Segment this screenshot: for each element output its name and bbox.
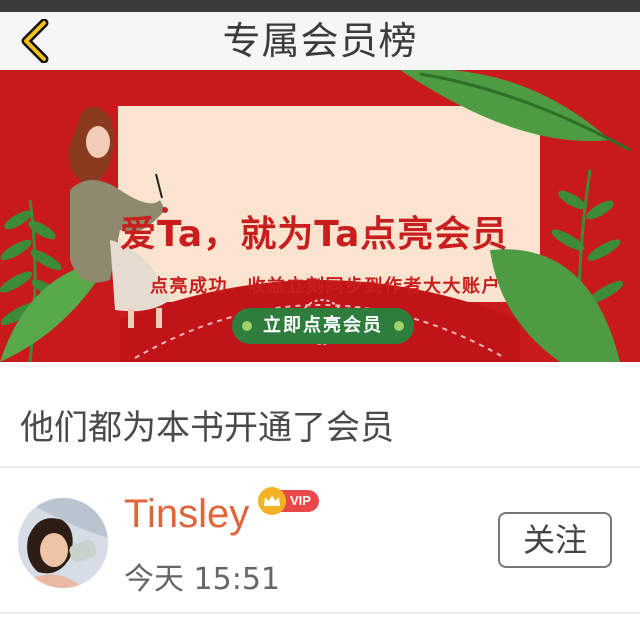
divider bbox=[0, 612, 640, 614]
avatar-image bbox=[18, 498, 108, 588]
avatar[interactable] bbox=[18, 498, 108, 588]
nav-bar: 专属会员榜 bbox=[0, 12, 640, 70]
member-name[interactable]: Tinsley bbox=[124, 492, 249, 537]
status-bar bbox=[0, 0, 640, 12]
crown-icon bbox=[258, 487, 286, 515]
list-item[interactable]: Tinsley VIP 今天 15:51 关注 bbox=[0, 468, 640, 612]
light-up-member-button[interactable]: 立即点亮会员 bbox=[232, 308, 414, 344]
dot-icon bbox=[242, 321, 252, 331]
dot-icon bbox=[394, 321, 404, 331]
section-title: 他们都为本书开通了会员 bbox=[20, 408, 394, 448]
banner-subtitle: 点亮成功，收益立刻同步到作者大大账户 bbox=[150, 276, 501, 297]
light-up-member-label: 立即点亮会员 bbox=[263, 315, 383, 336]
page-title: 专属会员榜 bbox=[222, 19, 418, 63]
member-promo-banner[interactable]: 爱Ta，就为Ta点亮会员 点亮成功，收益立刻同步到作者大大账户 立即点亮会员 bbox=[0, 70, 640, 362]
vip-badge: VIP bbox=[258, 486, 319, 516]
banner-headline: 爱Ta，就为Ta点亮会员 bbox=[120, 214, 509, 255]
follow-button[interactable]: 关注 bbox=[498, 512, 612, 568]
member-time: 今天 15:51 bbox=[124, 562, 280, 597]
